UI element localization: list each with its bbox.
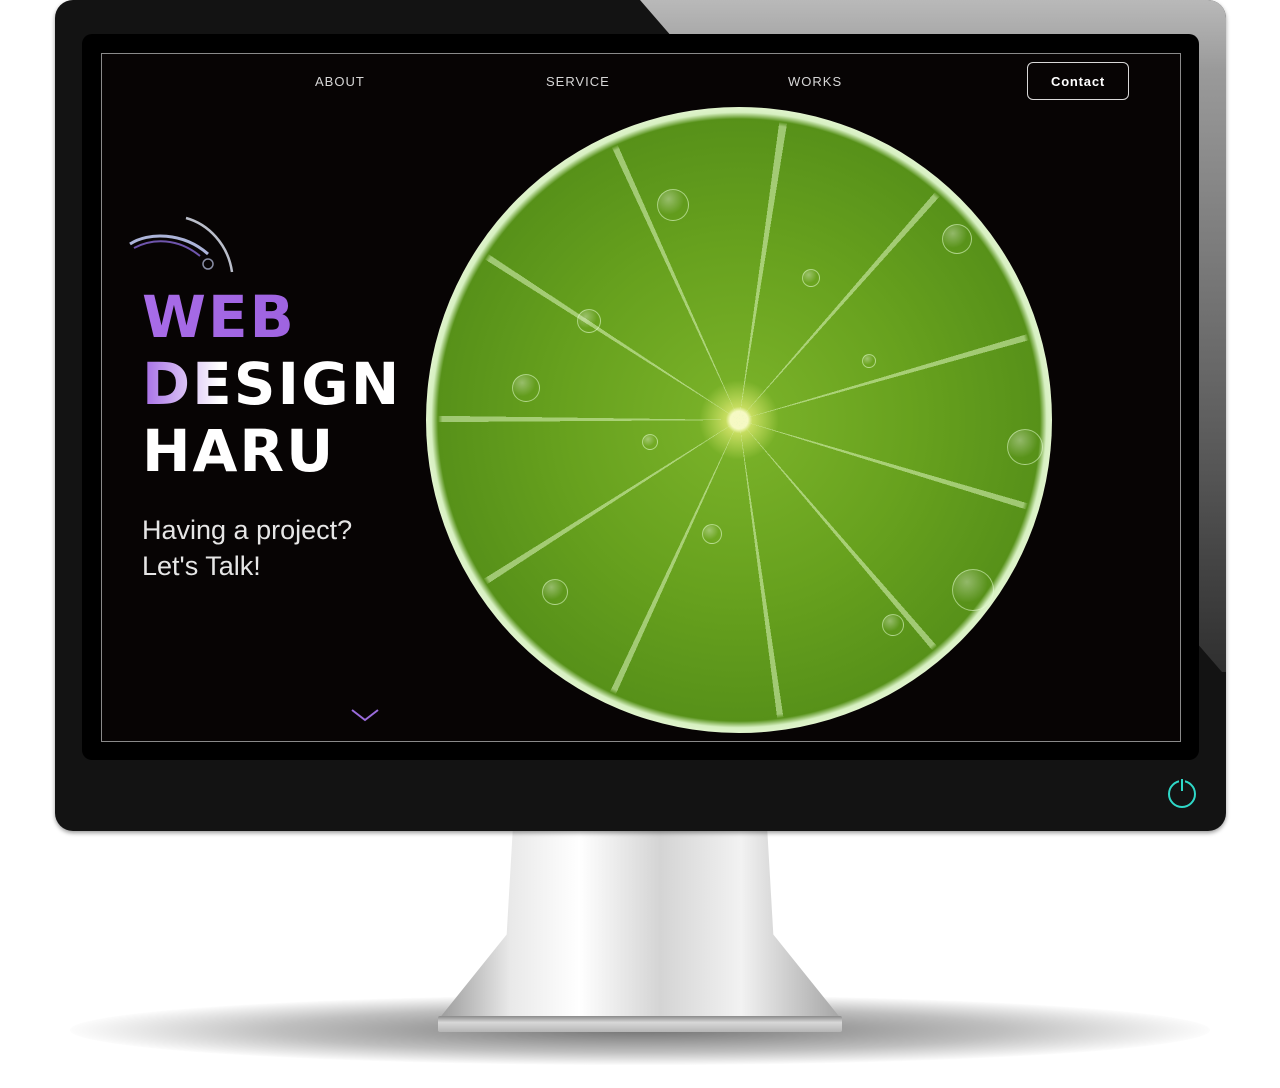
bubble <box>702 524 722 544</box>
bubble <box>512 374 540 402</box>
hero-title-line-3: HARU <box>142 417 336 485</box>
tagline-line-2: Let's Talk! <box>142 551 261 581</box>
hero-title-line-1: WEB <box>142 284 401 351</box>
bubble <box>657 189 689 221</box>
hero-tagline: Having a project? Let's Talk! <box>142 512 352 584</box>
power-icon[interactable] <box>1168 779 1196 808</box>
monitor-stand-base <box>438 1016 842 1032</box>
bubble <box>642 434 658 450</box>
hero-title-line-2: DESIGN <box>142 350 402 418</box>
monitor: ABOUT SERVICE WORKS Contact WEB DESIGN H… <box>55 0 1226 831</box>
bubble <box>577 309 601 333</box>
lime-segments <box>426 107 1052 733</box>
bubble <box>542 579 568 605</box>
nav-service[interactable]: SERVICE <box>546 74 610 89</box>
hero-title: WEB DESIGN HARU <box>142 284 401 485</box>
nav-works[interactable]: WORKS <box>788 74 842 89</box>
nav-about[interactable]: ABOUT <box>315 74 365 89</box>
bubble <box>1007 429 1043 465</box>
chevron-down-icon[interactable] <box>350 706 380 724</box>
bubble <box>952 569 994 611</box>
bubble <box>882 614 904 636</box>
water-drop-icon <box>129 216 234 273</box>
website-screen: ABOUT SERVICE WORKS Contact WEB DESIGN H… <box>101 53 1181 742</box>
bubble <box>862 354 876 368</box>
bubble <box>802 269 820 287</box>
monitor-stand <box>438 830 842 1020</box>
contact-button[interactable]: Contact <box>1027 62 1129 100</box>
bubble <box>942 224 972 254</box>
tagline-line-1: Having a project? <box>142 515 353 545</box>
top-nav: ABOUT SERVICE WORKS Contact <box>102 54 1180 110</box>
